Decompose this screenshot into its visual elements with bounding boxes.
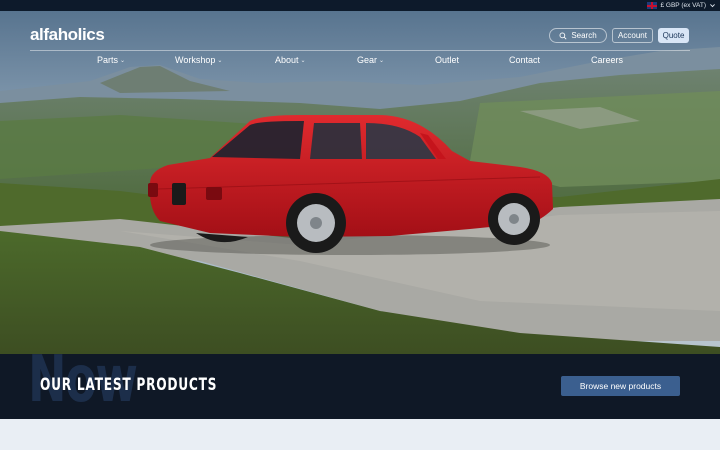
- search-label: Search: [571, 31, 597, 40]
- site-logo[interactable]: alfaholics: [30, 25, 105, 45]
- main-nav: Parts ⌄ Workshop ⌄ About ⌄ Gear ⌄ Outlet Con…: [0, 55, 720, 67]
- nav-item-careers[interactable]: Careers: [591, 55, 623, 65]
- search-icon: [559, 32, 567, 40]
- nav-item-label: Gear: [357, 55, 378, 65]
- uk-flag-icon: [647, 2, 658, 9]
- nav-item-outlet[interactable]: Outlet: [435, 55, 459, 65]
- hero-banner: alfaholics Search Account Quote Parts ⌄ W…: [0, 11, 720, 354]
- nav-divider: [30, 50, 690, 51]
- nav-item-workshop[interactable]: Workshop ⌄: [175, 55, 222, 65]
- nav-item-contact[interactable]: Contact: [509, 55, 540, 65]
- nav-item-label: Parts: [97, 55, 119, 65]
- nav-item-label: Careers: [591, 55, 624, 65]
- nav-item-parts[interactable]: Parts ⌄: [97, 55, 125, 65]
- nav-item-label: About: [275, 55, 299, 65]
- currency-selector[interactable]: £ GBP (ex VAT): [647, 0, 716, 11]
- browse-new-products-button[interactable]: Browse new products: [561, 376, 680, 396]
- nav-item-gear[interactable]: Gear ⌄: [357, 55, 384, 65]
- nav-item-label: Workshop: [175, 55, 216, 65]
- currency-label: £ GBP (ex VAT): [660, 2, 706, 9]
- top-utility-bar: £ GBP (ex VAT): [0, 0, 720, 11]
- nav-item-label: Outlet: [435, 55, 460, 65]
- quote-button[interactable]: Quote: [658, 28, 689, 43]
- account-button[interactable]: Account: [612, 28, 653, 43]
- content-area: [0, 419, 720, 450]
- section-title: OUR LATEST PRODUCTS: [40, 375, 218, 395]
- chevron-down-icon: ⌄: [300, 57, 306, 64]
- search-button[interactable]: Search: [549, 28, 607, 43]
- nav-item-about[interactable]: About ⌄: [275, 55, 306, 65]
- chevron-down-icon: ⌄: [379, 57, 385, 64]
- chevron-down-icon: ⌄: [217, 57, 223, 64]
- chevron-down-icon: ⌄: [120, 57, 126, 64]
- nav-item-label: Contact: [509, 55, 541, 65]
- chevron-down-icon: [710, 4, 715, 8]
